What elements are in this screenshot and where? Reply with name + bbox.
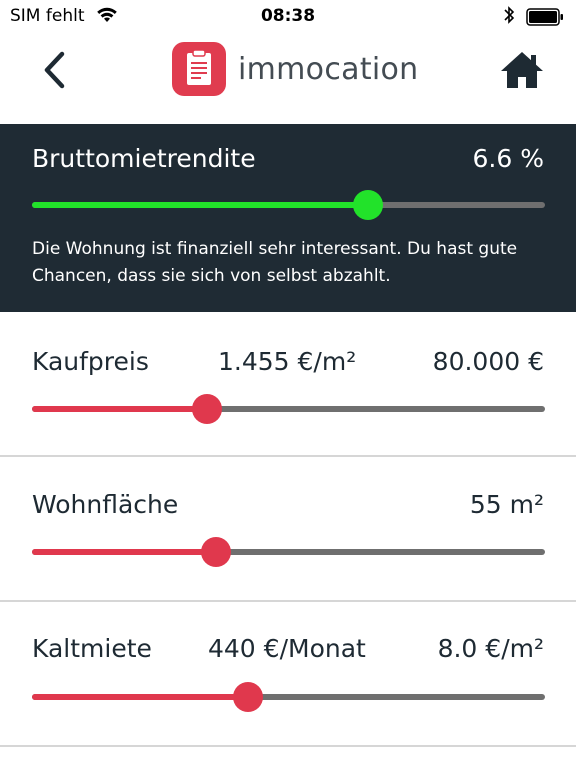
battery-icon <box>526 8 564 26</box>
yield-value: 6.6 % <box>472 144 544 173</box>
bluetooth-icon <box>503 5 515 30</box>
yield-panel: Bruttomietrendite 6.6 % Die Wohnung ist … <box>0 124 576 312</box>
living-area-section: Wohnfläche 55 m² <box>0 457 576 602</box>
clipboard-icon <box>172 42 226 96</box>
app-logo: immocation <box>172 41 418 97</box>
back-button[interactable] <box>36 48 76 92</box>
slider-fill <box>32 549 216 555</box>
slider-thumb[interactable] <box>232 682 263 712</box>
chevron-left-icon <box>44 51 65 89</box>
cold-rent-per-sqm: 8.0 €/m² <box>437 634 544 663</box>
yield-slider[interactable] <box>32 190 545 220</box>
purchase-price-section: Kaufpreis 1.455 €/m² 80.000 € <box>0 312 576 457</box>
clock: 08:38 <box>260 6 316 26</box>
slider-thumb[interactable] <box>200 537 231 567</box>
slider-fill <box>32 202 368 208</box>
living-area-label: Wohnfläche <box>32 490 179 519</box>
living-area-slider[interactable] <box>32 537 545 567</box>
slider-thumb[interactable] <box>353 190 383 220</box>
cold-rent-label: Kaltmiete <box>32 634 152 663</box>
home-button[interactable] <box>498 48 546 92</box>
yield-label: Bruttomietrendite <box>32 144 256 173</box>
cold-rent-slider[interactable] <box>32 682 545 712</box>
purchase-price-slider[interactable] <box>32 394 545 424</box>
app-name: immocation <box>238 51 419 87</box>
cold-rent-section: Kaltmiete 440 €/Monat 8.0 €/m² <box>0 602 576 747</box>
navigation-bar: immocation <box>0 32 576 124</box>
purchase-price-label: Kaufpreis <box>32 347 149 376</box>
slider-thumb[interactable] <box>192 394 223 424</box>
home-icon <box>501 52 543 88</box>
status-bar: SIM fehlt 08:38 <box>0 0 576 32</box>
slider-fill <box>32 694 248 700</box>
cold-rent-monthly: 440 €/Monat <box>208 634 366 663</box>
slider-fill <box>32 406 208 412</box>
purchase-price-total: 80.000 € <box>432 347 544 376</box>
yield-description: Die Wohnung ist finanziell sehr interess… <box>32 239 518 286</box>
purchase-price-per-sqm: 1.455 €/m² <box>218 347 357 376</box>
living-area-value: 55 m² <box>469 490 544 519</box>
